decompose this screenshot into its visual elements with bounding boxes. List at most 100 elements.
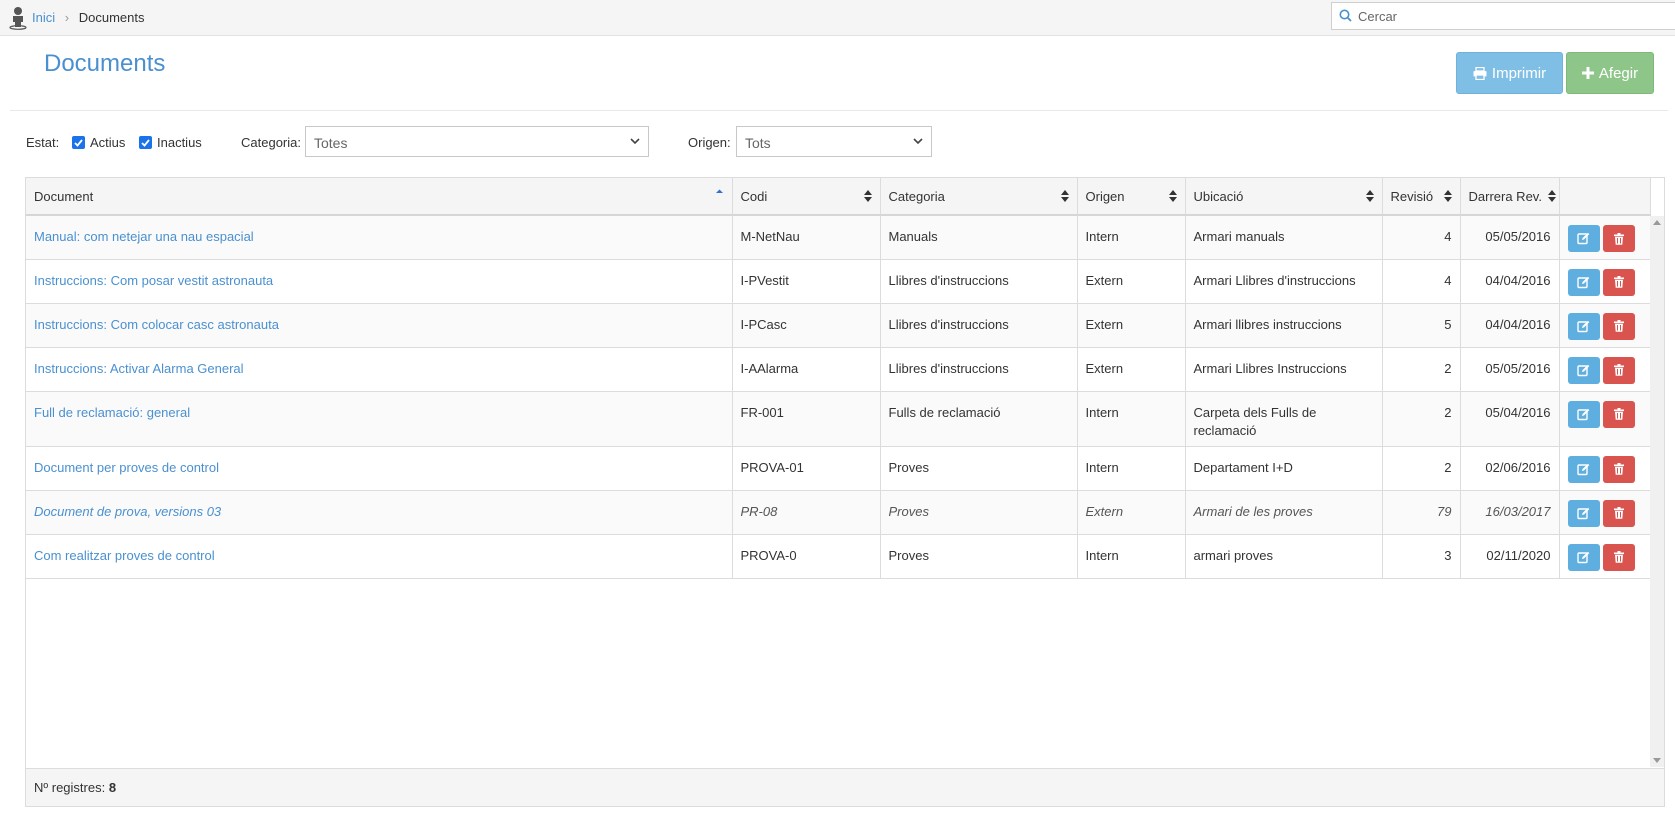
column-header-label: Revisió (1390, 188, 1434, 204)
cell-actions (1559, 391, 1651, 447)
cell-categoria: Llibres d'instruccions (880, 259, 1078, 304)
cell-codi: I-AAlarma (732, 347, 881, 392)
column-header-revisio[interactable]: Revisió (1382, 178, 1461, 216)
table-row[interactable]: Instruccions: Activar Alarma General I-AA… (26, 347, 1651, 392)
column-header-label: Categoria (888, 188, 945, 204)
table-row[interactable]: Document de prova, versions 03 PR-08 Prove… (26, 490, 1651, 535)
table-row[interactable]: Full de reclamació: general FR-001 Fulls d… (26, 391, 1651, 447)
column-header-actions (1559, 178, 1651, 216)
search-input[interactable] (1356, 6, 1656, 26)
user-home-icon[interactable] (8, 6, 28, 30)
cell-origen: Extern (1077, 490, 1186, 535)
table-row[interactable]: Document per proves de control PROVA-01 Pr… (26, 446, 1651, 491)
table-row[interactable]: Com realitzar proves de control PROVA-0 Pr… (26, 534, 1651, 579)
delete-button[interactable] (1602, 268, 1635, 296)
cell-document[interactable]: Full de reclamació: general (26, 391, 733, 447)
vertical-scrollbar[interactable] (1650, 216, 1664, 767)
cell-actions (1559, 303, 1651, 348)
trash-icon (1613, 276, 1624, 288)
edit-button[interactable] (1567, 499, 1600, 527)
categoria-label: Categoria: (241, 135, 301, 150)
cell-document[interactable]: Instruccions: Com posar vestit astronaut… (26, 259, 733, 304)
column-header-label: Codi (740, 188, 768, 204)
cell-revisio: 4 (1382, 215, 1461, 260)
cell-darrera-rev: 04/04/2016 (1460, 303, 1560, 348)
cell-document[interactable]: Document de prova, versions 03 (26, 490, 733, 535)
cell-origen: Extern (1077, 259, 1186, 304)
table-body: Manual: com netejar una nau espacial M-Ne… (26, 215, 1651, 579)
cell-codi: PROVA-0 (732, 534, 881, 579)
column-header-ubicacio[interactable]: Ubicació (1185, 178, 1383, 216)
cell-codi: I-PCasc (732, 303, 881, 348)
breadcrumb-home-link[interactable]: Inici (32, 10, 55, 25)
cell-document[interactable]: Document per proves de control (26, 446, 733, 491)
cell-ubicacio: Armari llibres instruccions (1185, 303, 1383, 348)
edit-button[interactable] (1567, 356, 1600, 384)
scroll-up-icon[interactable] (1653, 220, 1661, 225)
top-bar: Inici › Documents (0, 0, 1675, 36)
cell-document[interactable]: Instruccions: Com colocar casc astronaut… (26, 303, 733, 348)
cell-actions (1559, 490, 1651, 535)
column-header-codi[interactable]: Codi (732, 178, 881, 216)
cell-revisio: 3 (1382, 534, 1461, 579)
origen-select[interactable]: Tots (736, 126, 932, 157)
column-header-label: Ubicació (1193, 188, 1244, 204)
records-count-value: 8 (108, 780, 117, 795)
edit-button[interactable] (1567, 543, 1600, 571)
table-row[interactable]: Instruccions: Com posar vestit astronaut… (26, 259, 1651, 304)
edit-icon (1577, 320, 1590, 332)
add-button[interactable]: Afegir (1566, 52, 1654, 94)
cell-darrera-rev: 02/11/2020 (1460, 534, 1560, 579)
edit-button[interactable] (1567, 312, 1600, 340)
trash-icon (1613, 232, 1624, 245)
cell-document[interactable]: Instruccions: Activar Alarma General (26, 347, 733, 392)
breadcrumb-separator: › (64, 10, 70, 25)
cell-actions (1559, 446, 1651, 491)
breadcrumb-current: Documents (78, 10, 145, 25)
column-header-origen[interactable]: Origen (1077, 178, 1186, 216)
column-header-document[interactable]: Document (26, 178, 733, 216)
cell-origen: Extern (1077, 347, 1186, 392)
cell-revisio: 5 (1382, 303, 1461, 348)
edit-icon (1577, 507, 1590, 519)
column-header-categoria[interactable]: Categoria (880, 178, 1078, 216)
delete-button[interactable] (1602, 312, 1635, 340)
cell-origen: Intern (1077, 446, 1186, 491)
table-row[interactable]: Instruccions: Com colocar casc astronaut… (26, 303, 1651, 348)
delete-button[interactable] (1602, 499, 1635, 527)
cell-document[interactable]: Com realitzar proves de control (26, 534, 733, 579)
cell-origen: Intern (1077, 534, 1186, 579)
cell-actions (1559, 534, 1651, 579)
sort-icon (1547, 190, 1556, 202)
edit-button[interactable] (1567, 455, 1600, 483)
cell-darrera-rev: 05/05/2016 (1460, 347, 1560, 392)
delete-button[interactable] (1602, 455, 1635, 483)
print-button[interactable]: Imprimir (1456, 52, 1563, 94)
cell-ubicacio: Armari manuals (1185, 215, 1383, 260)
actius-checkbox[interactable]: Actius (72, 135, 125, 150)
trash-icon (1613, 408, 1624, 420)
checkbox-checked-icon (139, 136, 152, 149)
sort-icon (863, 190, 872, 202)
plus-icon (1581, 67, 1594, 79)
column-header-darrera-rev[interactable]: Darrera Rev. (1460, 178, 1560, 216)
edit-button[interactable] (1567, 268, 1600, 296)
cell-revisio: 79 (1382, 490, 1461, 535)
cell-document[interactable]: Manual: com netejar una nau espacial (26, 215, 733, 260)
trash-icon (1613, 551, 1624, 563)
cell-revisio: 2 (1382, 391, 1461, 447)
inactius-checkbox[interactable]: Inactius (139, 135, 202, 150)
column-header-label: Document (34, 188, 94, 204)
table-row[interactable]: Manual: com netejar una nau espacial M-Ne… (26, 215, 1651, 260)
delete-button[interactable] (1602, 543, 1635, 571)
edit-button[interactable] (1567, 400, 1600, 428)
categoria-select[interactable]: Totes (305, 126, 649, 157)
delete-button[interactable] (1602, 356, 1635, 384)
cell-origen: Extern (1077, 303, 1186, 348)
delete-button[interactable] (1602, 225, 1635, 252)
scroll-down-icon[interactable] (1653, 758, 1661, 763)
cell-darrera-rev: 16/03/2017 (1460, 490, 1560, 535)
edit-button[interactable] (1567, 225, 1600, 252)
inactius-label: Inactius (157, 135, 202, 150)
delete-button[interactable] (1602, 400, 1635, 428)
